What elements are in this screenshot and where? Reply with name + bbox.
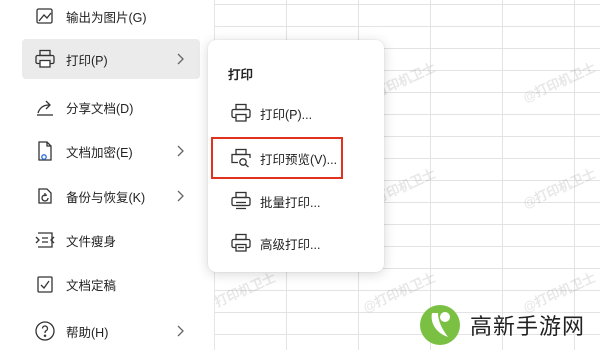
chevron-right-icon <box>177 325 184 337</box>
submenu-item-print[interactable]: 打印(P)... <box>222 96 372 130</box>
menu-item-label: 文档定稿 <box>66 278 117 293</box>
menu-item-help[interactable]: 帮助(H) <box>22 311 200 351</box>
file-menu: 输出为图片(G) 打印(P) 分享文档(D) 文档加密(E) 备份与恢复(K) … <box>0 0 215 350</box>
help-icon <box>32 318 58 344</box>
menu-item-slim-file[interactable]: 文件瘦身 <box>22 220 200 260</box>
menu-item-label: 文件瘦身 <box>66 234 117 249</box>
printer-icon <box>228 100 254 126</box>
submenu-item-label: 批量打印... <box>260 195 321 210</box>
submenu-item-print-preview[interactable]: 打印预览(V)... <box>222 141 372 175</box>
menu-item-label: 备份与恢复(K) <box>66 190 146 205</box>
share-icon <box>32 94 58 120</box>
menu-item-share-document[interactable]: 分享文档(D) <box>22 87 200 127</box>
advanced-print-icon <box>228 230 254 256</box>
brand-logo-icon <box>420 305 460 345</box>
menu-item-print[interactable]: 打印(P) <box>22 39 200 79</box>
submenu-item-advanced-print[interactable]: 高级打印... <box>222 226 372 260</box>
printer-icon <box>32 46 58 72</box>
menu-item-label: 输出为图片(G) <box>66 10 147 25</box>
print-preview-icon <box>228 145 254 171</box>
submenu-item-label: 高级打印... <box>260 237 321 252</box>
brand-name: 高新手游网 <box>470 314 586 339</box>
menu-item-label: 文档加密(E) <box>66 145 133 160</box>
chevron-right-icon <box>177 190 184 202</box>
menu-item-backup-restore[interactable]: 备份与恢复(K) <box>22 176 200 216</box>
submenu-item-label: 打印预览(V)... <box>260 152 338 167</box>
batch-print-icon <box>228 188 254 214</box>
print-submenu: 打印 打印(P)... 打印预览(V)... 批量打印... 高级打印... <box>208 40 384 272</box>
submenu-item-batch-print[interactable]: 批量打印... <box>222 184 372 218</box>
submenu-item-label: 打印(P)... <box>260 107 313 122</box>
menu-item-label: 分享文档(D) <box>66 101 134 116</box>
slim-file-icon <box>32 227 58 253</box>
document-finalize-icon <box>32 271 58 297</box>
chevron-right-icon <box>177 145 184 157</box>
backup-restore-icon <box>32 183 58 209</box>
chevron-right-icon <box>177 53 184 65</box>
export-image-icon <box>32 3 58 29</box>
document-lock-icon <box>32 138 58 164</box>
menu-item-finalize-document[interactable]: 文档定稿 <box>22 264 200 304</box>
menu-item-label: 打印(P) <box>66 53 108 68</box>
menu-item-export-image[interactable]: 输出为图片(G) <box>22 0 200 36</box>
menu-item-label: 帮助(H) <box>66 325 109 340</box>
brand-watermark: 高新手游网 <box>418 300 600 350</box>
menu-item-encrypt-document[interactable]: 文档加密(E) <box>22 131 200 171</box>
submenu-title: 打印 <box>228 68 254 82</box>
